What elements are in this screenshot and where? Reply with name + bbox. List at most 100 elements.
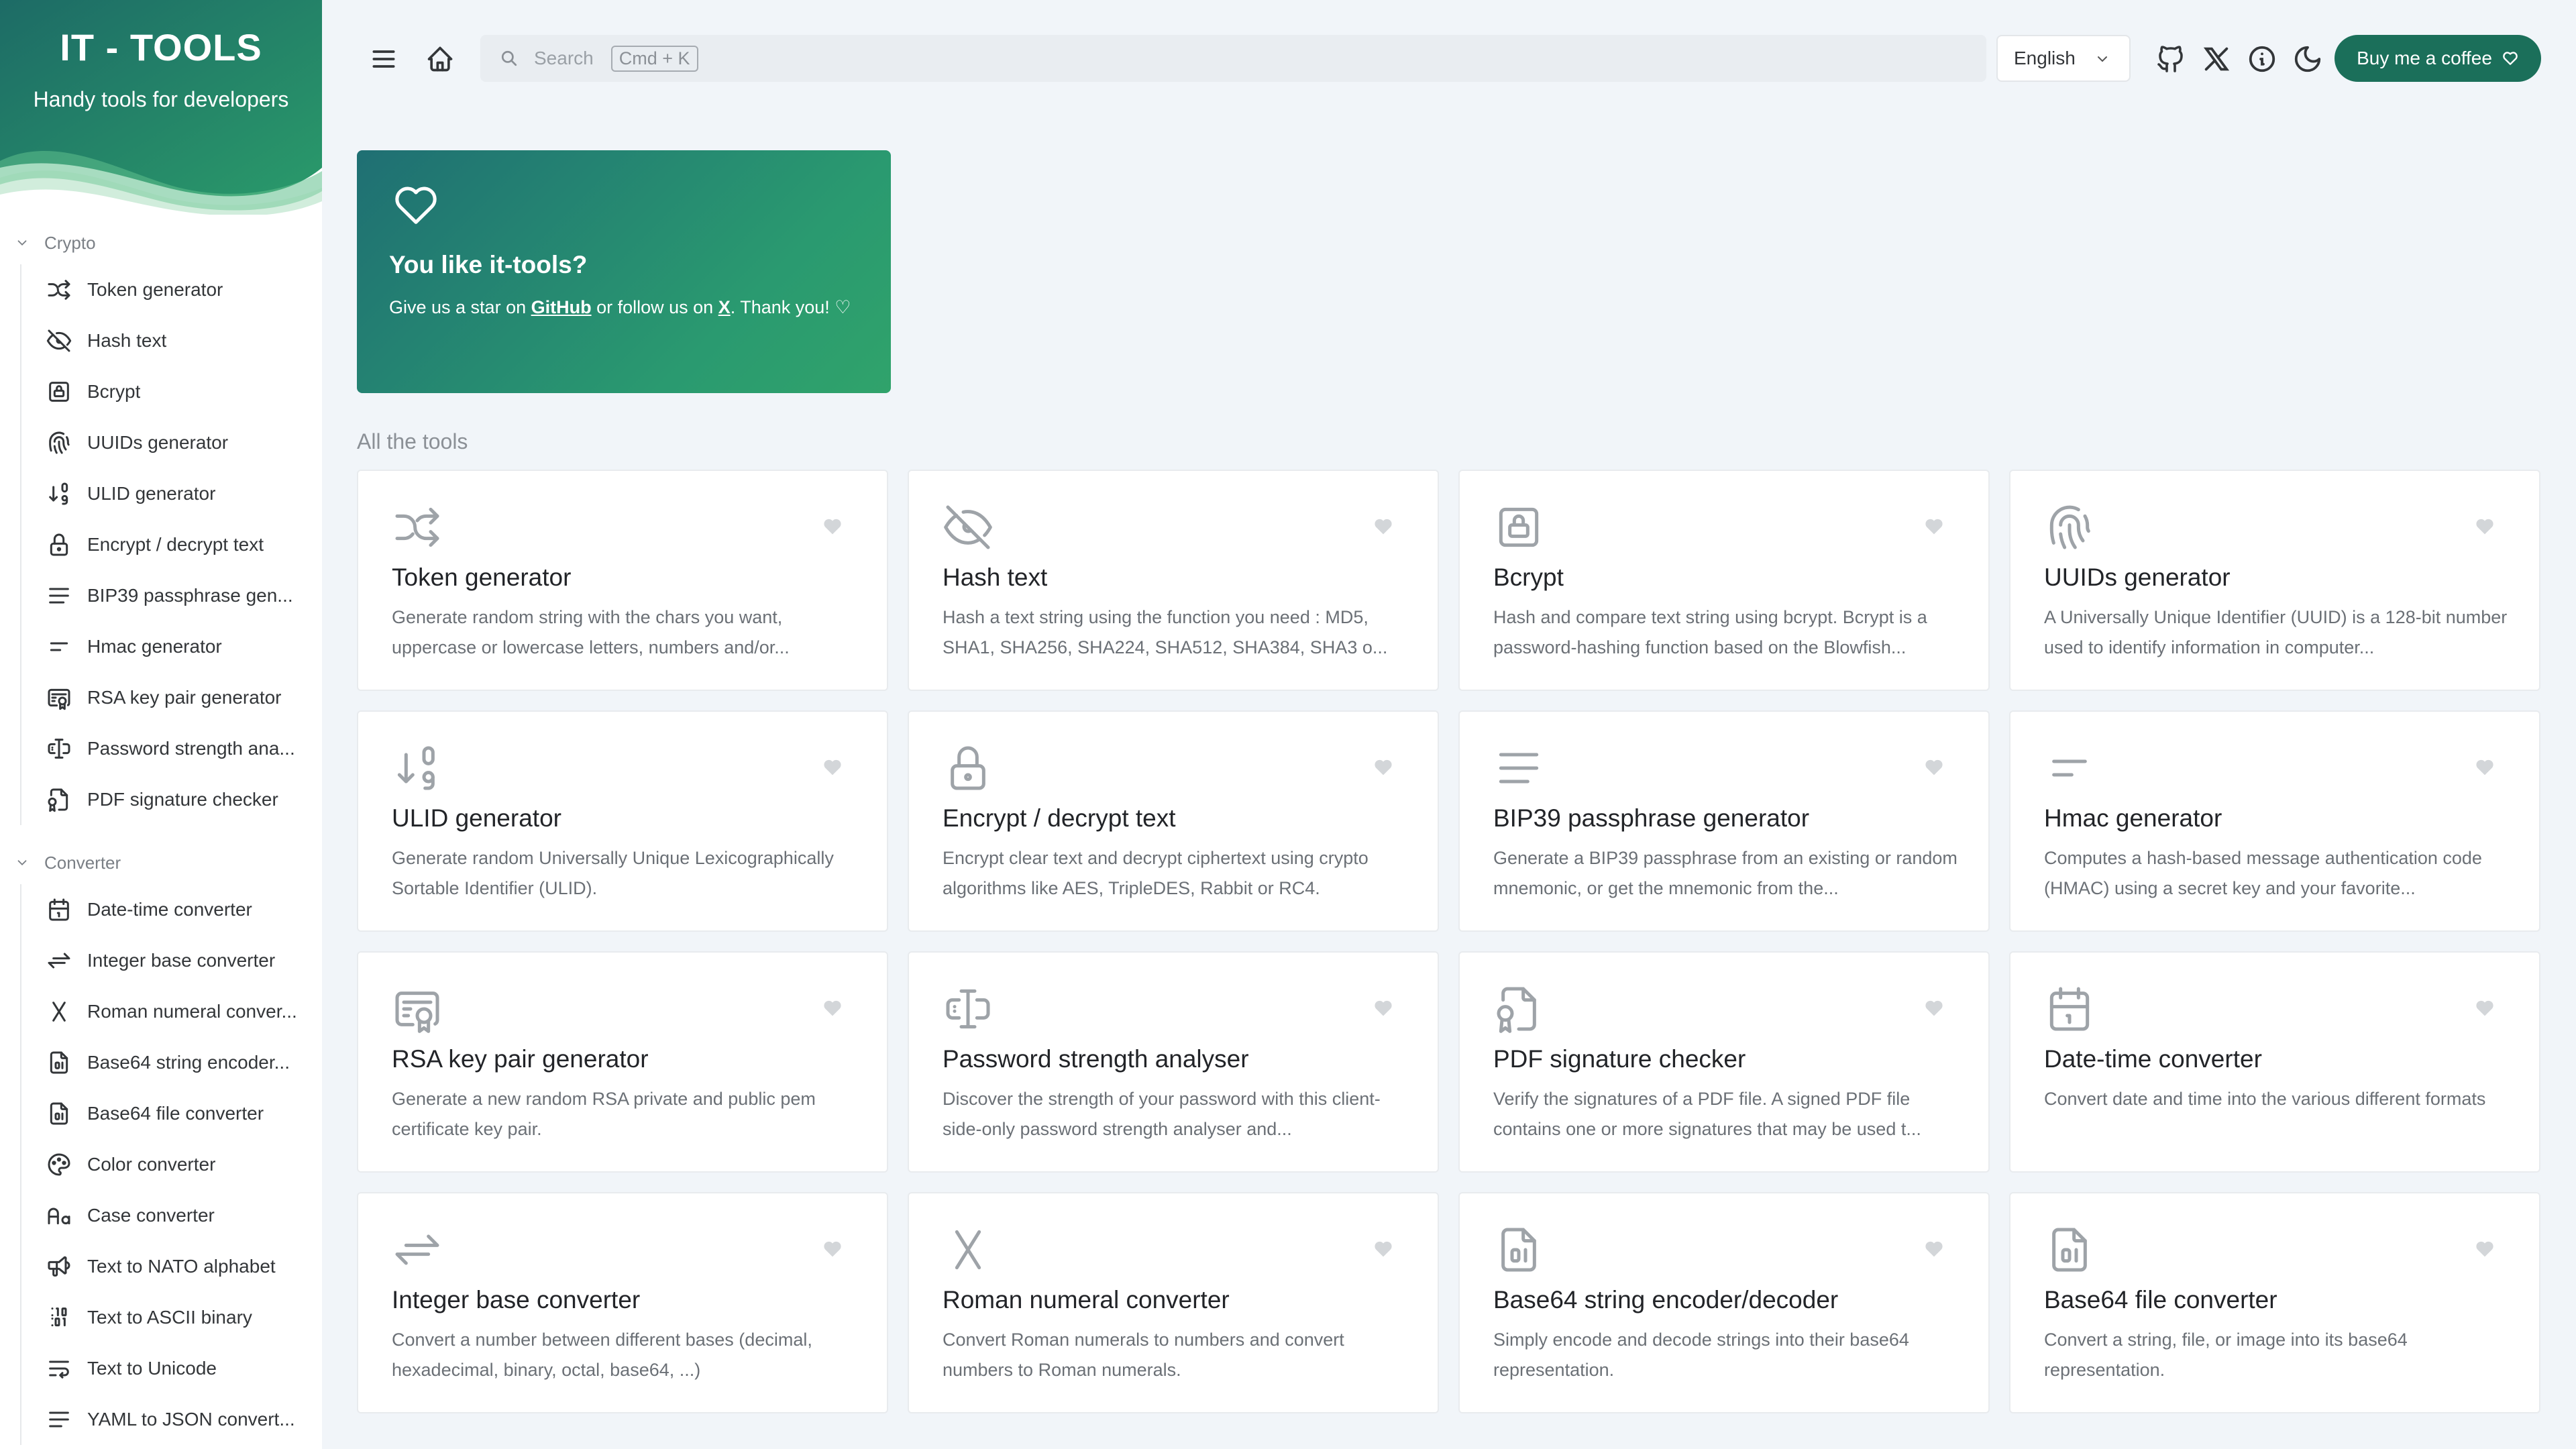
tool-card[interactable]: PDF signature checker Verify the signatur… [1458, 951, 1990, 1173]
chevron-down-icon [17, 240, 27, 246]
tool-card-description: Discover the strength of your password w… [943, 1089, 1381, 1139]
sidebar-item[interactable]: RSA key pair generator [20, 672, 322, 723]
sidebar-item[interactable]: PDF signature checker [20, 774, 322, 825]
sidebar-item-icon [46, 378, 72, 405]
tool-card[interactable]: Integer base converter Convert a number b… [357, 1192, 888, 1413]
favorite-button[interactable] [821, 997, 844, 1020]
tool-card-icon [941, 741, 995, 795]
tool-card[interactable]: Roman numeral converter Convert Roman num… [908, 1192, 1439, 1413]
sidebar-item[interactable]: Integer base converter [20, 935, 322, 986]
home-button[interactable] [416, 35, 464, 83]
favorite-button[interactable] [1923, 997, 1945, 1020]
sidebar-item[interactable]: Base64 string encoder... [20, 1037, 322, 1088]
sidebar-item[interactable]: Text to ASCII binary [20, 1292, 322, 1343]
tool-card-icon [2043, 1223, 2096, 1277]
x-logo-icon [2203, 47, 2230, 71]
password-icon [48, 739, 70, 759]
tool-card[interactable]: BIP39 passphrase generator Generate a BIP… [1458, 710, 1990, 932]
github-icon [2157, 46, 2183, 72]
favorite-button[interactable] [1372, 756, 1395, 779]
favorite-button[interactable] [821, 1238, 844, 1260]
promo-text-middle: or follow us on [591, 297, 718, 317]
x-link[interactable]: X [718, 297, 731, 317]
language-select[interactable]: English [1996, 35, 2131, 82]
favorite-button[interactable] [2473, 515, 2496, 538]
tool-card-icon [1492, 982, 1546, 1036]
github-button[interactable] [2147, 35, 2195, 83]
buy-me-a-coffee-button[interactable]: Buy me a coffee [2334, 35, 2541, 82]
sidebar-item[interactable]: Password strength ana... [20, 723, 322, 774]
sidebar-item[interactable]: UUIDs generator [20, 417, 322, 468]
favorite-button[interactable] [2473, 997, 2496, 1020]
favorite-button[interactable] [821, 515, 844, 538]
sidebar-item[interactable]: YAML to JSON convert... [20, 1394, 322, 1445]
favorite-button[interactable] [1923, 1238, 1945, 1260]
tool-card[interactable]: Date-time converter Convert date and time… [2009, 951, 2540, 1173]
sidebar-item[interactable]: Color converter [20, 1139, 322, 1190]
search-placeholder: Search [534, 48, 594, 68]
favorite-button[interactable] [2473, 1238, 2496, 1260]
tool-card-icon [1492, 1223, 1546, 1277]
lock-square-icon [1499, 507, 1539, 547]
favorite-heart-icon [1375, 759, 1392, 775]
favorite-button[interactable] [1372, 997, 1395, 1020]
favorite-button[interactable] [2473, 756, 2496, 779]
tool-card[interactable]: Token generator Generate random string wi… [357, 470, 888, 691]
sidebar-item[interactable]: Base64 file converter [20, 1088, 322, 1139]
tool-card[interactable]: Hmac generator Computes a hash-based mess… [2009, 710, 2540, 932]
menu-section-converter[interactable]: Converter [0, 841, 322, 884]
sidebar-item[interactable]: Text to Unicode [20, 1343, 322, 1394]
tool-card[interactable]: UUIDs generator A Universally Unique Iden… [2009, 470, 2540, 691]
favorite-button[interactable] [1923, 756, 1945, 779]
github-link[interactable]: GitHub [531, 297, 592, 317]
letter-x-icon [52, 1002, 66, 1022]
tool-card[interactable]: ULID generator Generate random Universall… [357, 710, 888, 932]
tool-card[interactable]: Password strength analyser Discover the s… [908, 951, 1439, 1173]
tool-card-title: UUIDs generator [2044, 564, 2231, 591]
brand-header[interactable]: IT - TOOLS Handy tools for developers [0, 0, 322, 215]
top-bar: Search Cmd + K English Buy me a coffee [322, 0, 2576, 121]
short-lines-icon [2052, 759, 2087, 777]
favorite-button[interactable] [1372, 515, 1395, 538]
favorite-heart-icon [824, 519, 841, 535]
favorite-button[interactable] [1923, 515, 1945, 538]
x-button[interactable] [2192, 35, 2241, 83]
sidebar-item[interactable]: Encrypt / decrypt text [20, 519, 322, 570]
tool-card-description: Generate a BIP39 passphrase from an exis… [1493, 848, 1957, 898]
lock-icon [951, 746, 985, 790]
tool-card[interactable]: Base64 file converter Convert a string, f… [2009, 1192, 2540, 1413]
sidebar-item-label: Text to Unicode [87, 1358, 217, 1379]
menu-toggle-button[interactable] [360, 35, 408, 83]
tool-card-title: Encrypt / decrypt text [943, 804, 1176, 832]
sidebar-item[interactable]: Roman numeral conver... [20, 986, 322, 1037]
app-title: IT - TOOLS [60, 26, 262, 68]
home-icon [427, 46, 453, 72]
sidebar-item[interactable]: Token generator [20, 264, 322, 315]
sidebar-item-label: Case converter [87, 1205, 215, 1226]
tool-card[interactable]: Base64 string encoder/decoder Simply enco… [1458, 1192, 1990, 1413]
favorite-button[interactable] [821, 756, 844, 779]
sidebar-item[interactable]: Case converter [20, 1190, 322, 1241]
certificate-icon [395, 991, 439, 1033]
tool-card-icon [390, 500, 444, 554]
file-digit-icon [50, 1102, 68, 1125]
file-digit-icon [1501, 1228, 1536, 1272]
about-button[interactable] [2238, 35, 2286, 83]
sidebar-item[interactable]: Hmac generator [20, 621, 322, 672]
sidebar-item[interactable]: Bcrypt [20, 366, 322, 417]
sidebar-item[interactable]: Date-time converter [20, 884, 322, 935]
sidebar-item[interactable]: ULID generator [20, 468, 322, 519]
sidebar-item[interactable]: BIP39 passphrase gen... [20, 570, 322, 621]
sidebar-item[interactable]: Hash text [20, 315, 322, 366]
tool-card[interactable]: Hash text Hash a text string using the fu… [908, 470, 1439, 691]
search-bar[interactable]: Search Cmd + K [480, 35, 1986, 82]
sidebar-item-icon [46, 429, 72, 456]
sidebar-item[interactable]: Text to NATO alphabet [20, 1241, 322, 1292]
shuffle-icon [395, 507, 439, 547]
favorite-button[interactable] [1372, 1238, 1395, 1260]
theme-toggle-button[interactable] [2284, 35, 2332, 83]
menu-section-crypto[interactable]: Crypto [0, 221, 322, 264]
tool-card[interactable]: RSA key pair generator Generate a new ran… [357, 951, 888, 1173]
tool-card[interactable]: Encrypt / decrypt text Encrypt clear text… [908, 710, 1439, 932]
tool-card[interactable]: Bcrypt Hash and compare text string using… [1458, 470, 1990, 691]
